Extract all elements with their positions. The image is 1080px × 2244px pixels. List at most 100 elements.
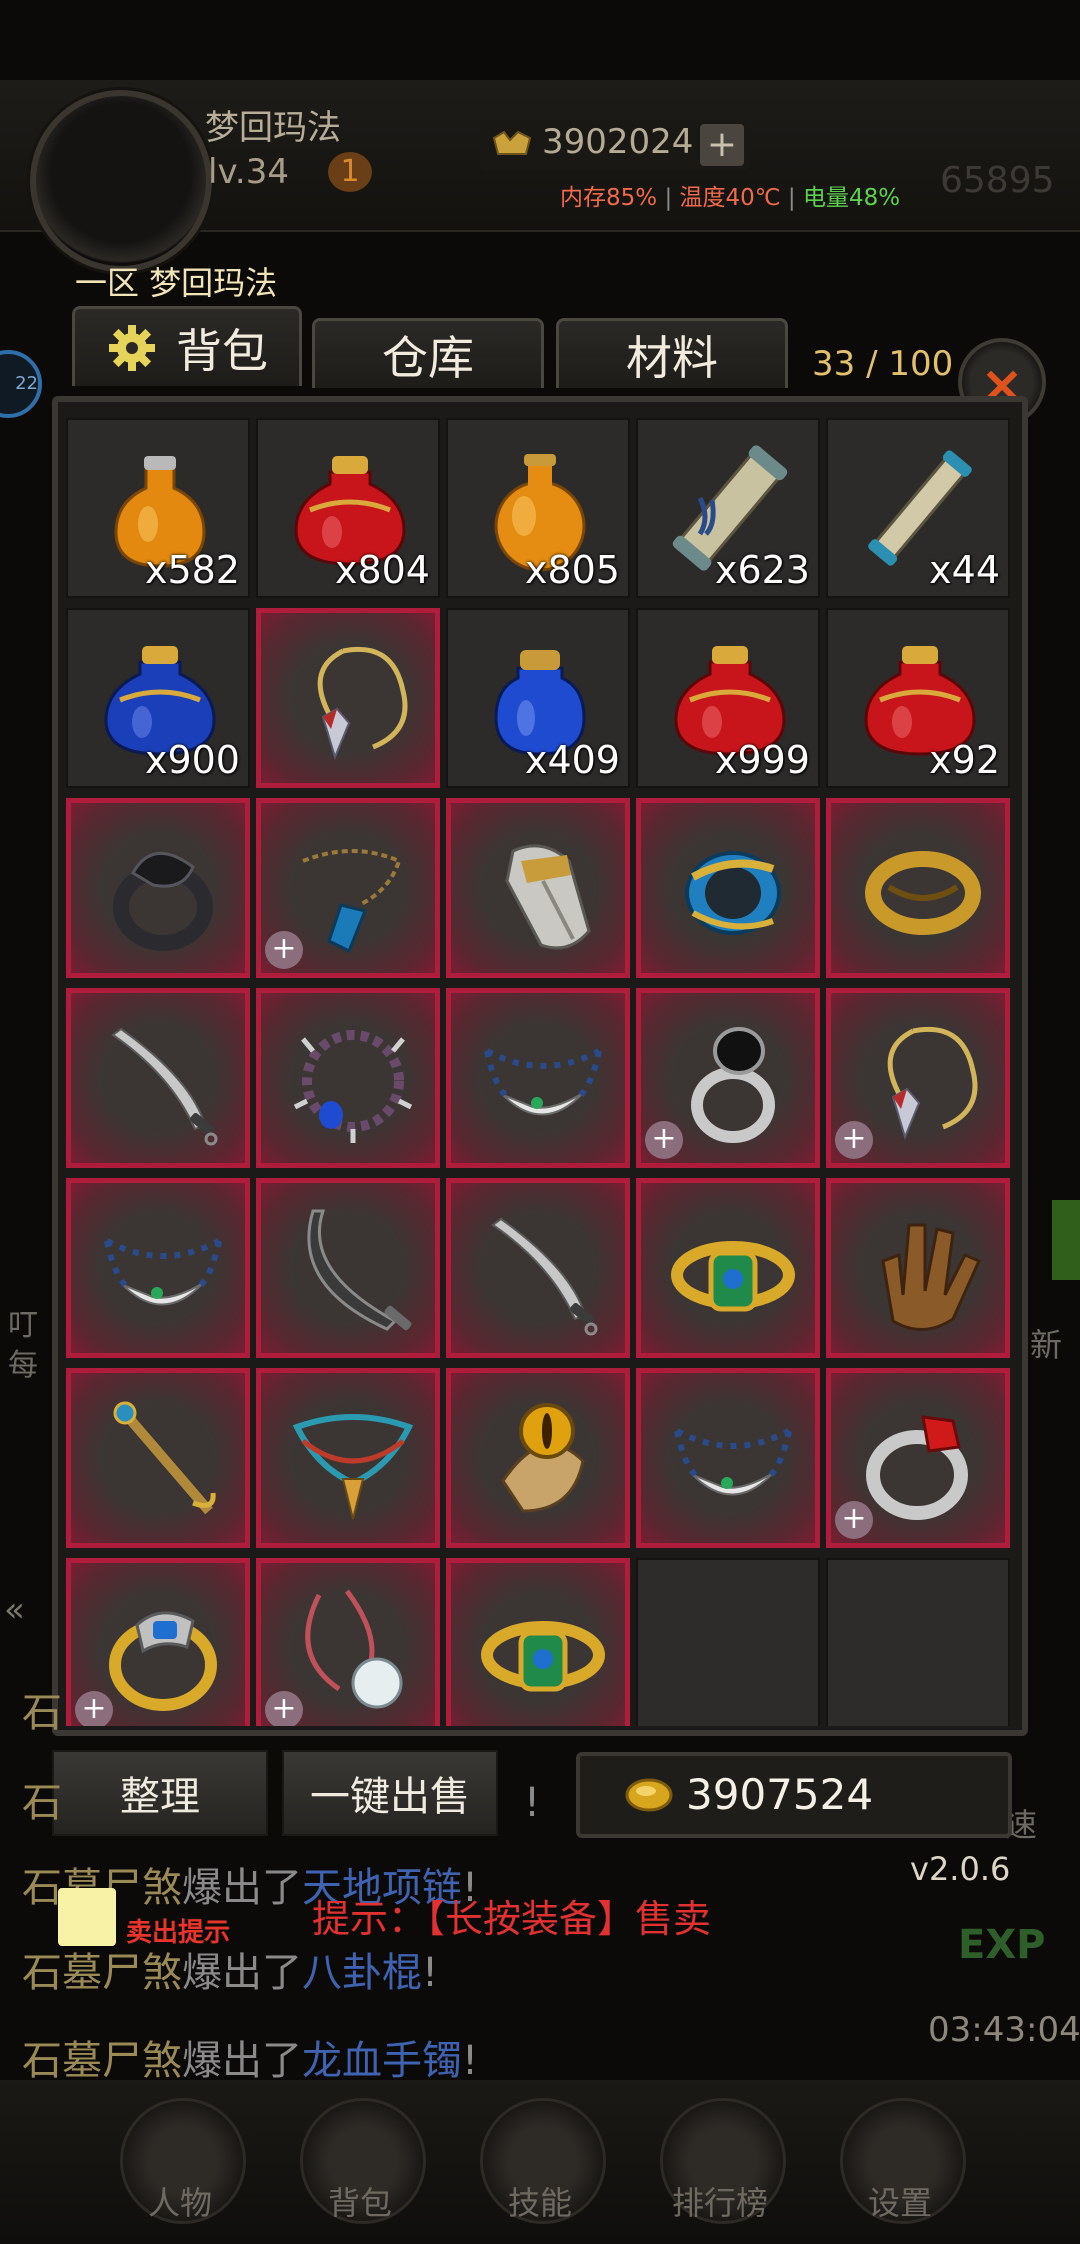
inventory-slot[interactable]: + [826, 988, 1010, 1168]
log-text: 爆出了 [182, 1865, 302, 1911]
pendant-necklace-icon [317, 646, 408, 760]
log-line: 石墓尸煞爆出了龙血手镯! [22, 2028, 478, 2086]
curved-blade-icon [307, 1209, 412, 1331]
log-line: 石! [22, 1770, 540, 1828]
clock: 03:43:04 [928, 2010, 1080, 2050]
jade-bracelet-icon [481, 1621, 605, 1692]
inventory-slot[interactable]: x44 [826, 418, 1010, 598]
inventory-slot[interactable]: x805 [446, 418, 630, 598]
inventory-slot[interactable]: + [256, 1558, 440, 1726]
log-monster: 石 [22, 1690, 62, 1736]
tab-materials[interactable]: 材料 [556, 318, 788, 388]
inventory-slot[interactable] [826, 798, 1010, 978]
inventory-slot[interactable]: x92 [826, 608, 1010, 788]
inventory-slot[interactable]: x804 [256, 418, 440, 598]
spiked-bead-necklace-icon [293, 1030, 413, 1143]
inventory-slot[interactable] [256, 608, 440, 788]
sell-hint-label: 卖出提示 [126, 1918, 231, 1948]
sell-hint-checkbox[interactable] [58, 1888, 116, 1946]
side-text: 叮 [8, 1308, 38, 1343]
inventory-slot[interactable] [446, 798, 630, 978]
inventory-slot[interactable] [256, 1178, 440, 1358]
inventory-slot[interactable] [256, 988, 440, 1168]
side-green-bar [1052, 1200, 1080, 1280]
inventory-slot[interactable] [446, 1558, 630, 1726]
log-item: 八卦棍 [302, 1950, 422, 1996]
gold-amount: 3902024 [542, 122, 694, 162]
inventory-slot[interactable]: + [66, 1558, 250, 1726]
item-count: x582 [144, 548, 240, 592]
inventory-slot[interactable]: + [826, 1368, 1010, 1548]
black-gem-ring-icon [691, 1027, 775, 1143]
bead-necklace-icon [674, 1428, 792, 1496]
inventory-slot[interactable] [636, 798, 820, 978]
inventory-slot[interactable] [446, 1178, 630, 1358]
empty-slot[interactable] [636, 1558, 820, 1726]
side-orb[interactable]: 22 [0, 350, 42, 418]
nav-character-label: 人物 [147, 2184, 212, 2222]
inventory-slot[interactable] [256, 1368, 440, 1548]
inventory-slot[interactable] [826, 1178, 1010, 1358]
staff-icon [113, 1401, 216, 1515]
saber-icon [491, 1217, 598, 1336]
log-text: 爆出了 [182, 2038, 302, 2084]
tab-bag-label: 背包 [176, 323, 268, 378]
inventory-slot[interactable]: x582 [66, 418, 250, 598]
tab-materials-label: 材料 [626, 330, 718, 385]
collapse-arrow-icon[interactable]: « [4, 1590, 25, 1630]
inventory-slot[interactable]: x999 [636, 608, 820, 788]
blue-bracelet-icon [685, 851, 781, 935]
gear-icon [109, 324, 155, 371]
gold-coin-icon [625, 1778, 673, 1812]
upgrade-plus-icon: + [265, 1691, 303, 1726]
system-status: 内存85% | 温度40℃ | 电量48% [560, 185, 901, 211]
inventory-slot[interactable] [636, 1368, 820, 1548]
temperature-status: 温度40℃ [679, 185, 781, 211]
item-count: x623 [714, 548, 810, 592]
inventory-slot[interactable] [66, 798, 250, 978]
inventory-slot[interactable]: x900 [66, 608, 250, 788]
upgrade-plus-icon: + [75, 1691, 113, 1726]
inventory-slot[interactable] [446, 1368, 630, 1548]
add-gold-button[interactable]: + [700, 124, 744, 166]
item-count: x804 [334, 548, 430, 592]
coin-amount: 3907524 [686, 1770, 874, 1819]
inventory-slot[interactable] [446, 988, 630, 1168]
inventory-grid: x582 x804 x805 x623 x44 x900 x409 x999 x92 + + + + + + [66, 418, 1012, 1726]
item-count: x900 [144, 738, 240, 782]
tab-bag[interactable]: 背包 [72, 306, 302, 386]
inventory-slot[interactable]: x409 [446, 608, 630, 788]
inventory-slot[interactable]: + [636, 988, 820, 1168]
empty-slot[interactable] [826, 1558, 1010, 1726]
exp-button[interactable]: EXP [958, 1922, 1045, 1968]
player-level: lv.34 [208, 152, 289, 192]
upgrade-plus-icon: + [645, 1121, 683, 1159]
side-text: 每 [8, 1348, 38, 1383]
item-count: x44 [929, 548, 1000, 592]
upgrade-plus-icon: + [835, 1501, 873, 1539]
log-end: ! [462, 2038, 479, 2084]
inventory-slot[interactable] [66, 1368, 250, 1548]
log-monster: 石墓尸煞 [22, 2038, 182, 2084]
log-end: ! [422, 1950, 439, 1996]
background-number: 65895 [940, 160, 1055, 201]
avatar[interactable] [30, 90, 212, 272]
inventory-slot[interactable] [636, 1178, 820, 1358]
nav-bag-label: 背包 [327, 2184, 392, 2222]
item-count: x92 [929, 738, 1000, 782]
inventory-slot[interactable] [66, 1178, 250, 1358]
tab-storage[interactable]: 仓库 [312, 318, 544, 388]
log-line: 石墓尸煞爆出了八卦棍! [22, 1940, 438, 1998]
item-count: x409 [524, 738, 620, 782]
bag-capacity: 33 / 100 [812, 344, 954, 384]
server-label: 一区 梦回玛法 [75, 264, 278, 302]
amber-ring-icon [501, 1403, 585, 1513]
inventory-slot[interactable]: x623 [636, 418, 820, 598]
item-count: x805 [524, 548, 620, 592]
inventory-slot[interactable] [66, 988, 250, 1168]
inventory-slot[interactable]: + [256, 798, 440, 978]
side-text: 新 [1030, 1326, 1063, 1364]
jade-bracelet-icon [671, 1241, 795, 1312]
log-line: 石 [22, 1680, 62, 1738]
tab-storage-label: 仓库 [382, 330, 474, 385]
